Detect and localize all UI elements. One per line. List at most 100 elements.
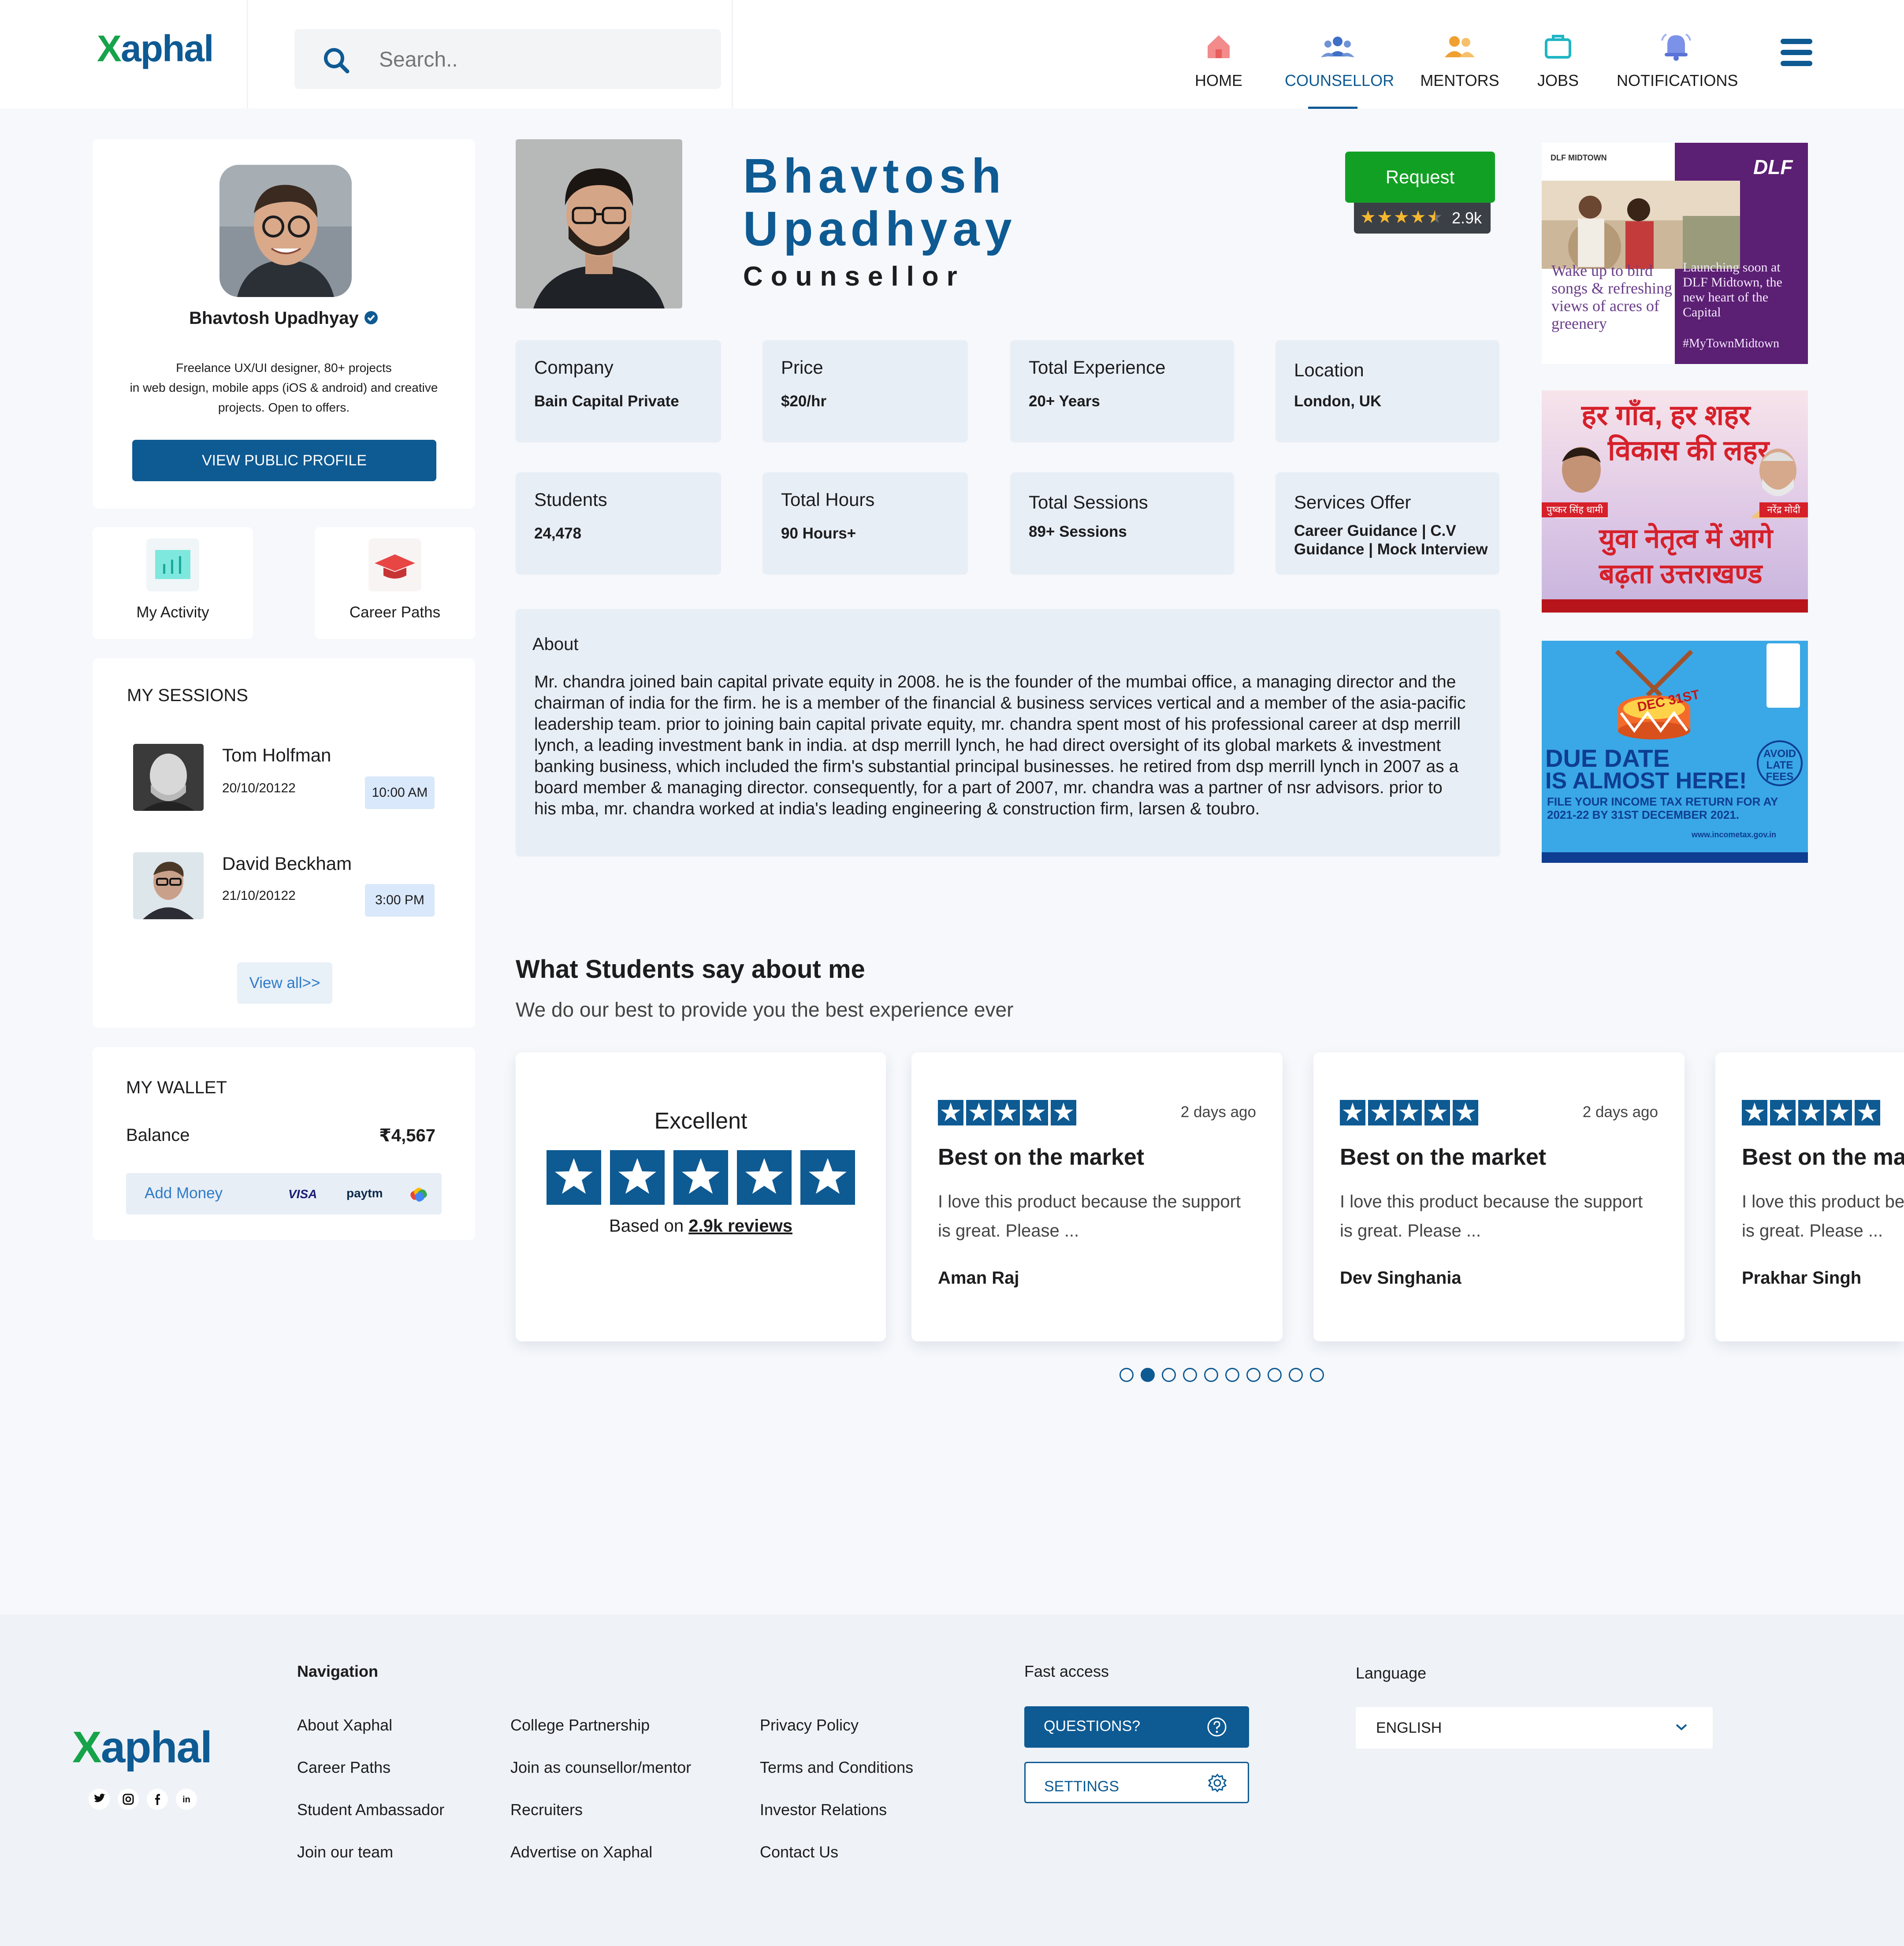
footer-link[interactable]: Terms and Conditions: [760, 1758, 913, 1777]
twitter-icon[interactable]: [88, 1788, 110, 1810]
pagination-dot[interactable]: [1119, 1368, 1134, 1382]
my-sessions-title: MY SESSIONS: [127, 686, 248, 705]
career-paths-label: Career Paths: [349, 604, 441, 621]
pagination-dot[interactable]: [1162, 1368, 1176, 1382]
ad-tax-emblem: [1766, 643, 1800, 708]
pagination-dot[interactable]: [1310, 1368, 1324, 1382]
linkedin-icon[interactable]: in: [175, 1788, 197, 1810]
footer-logo[interactable]: Xaphal: [72, 1722, 212, 1773]
search-icon: [324, 48, 350, 74]
ad-tax-headline2: IS ALMOST HERE!: [1545, 768, 1747, 794]
search-box[interactable]: [294, 29, 721, 89]
pagination-dot[interactable]: [1289, 1368, 1303, 1382]
half-star-icon: ★★: [1427, 208, 1444, 227]
pagination-dot[interactable]: [1204, 1368, 1218, 1382]
nav-mentors[interactable]: MENTORS: [1420, 31, 1499, 90]
reviews-title: What Students say about me: [516, 955, 865, 984]
rating-summary-label: Excellent: [654, 1108, 747, 1134]
facebook-icon[interactable]: [146, 1788, 168, 1810]
ad-income-tax[interactable]: DEC 31ST DUE DATE IS ALMOST HERE! AVOID …: [1542, 641, 1808, 863]
reviews-count-link[interactable]: 2.9k reviews: [688, 1216, 792, 1236]
pagination-dot[interactable]: [1246, 1368, 1261, 1382]
nav-counsellor[interactable]: COUNSELLOR: [1285, 31, 1394, 90]
review-text: I love this product because the supporti…: [938, 1192, 1241, 1240]
header-divider: [247, 0, 248, 108]
session-time-badge[interactable]: 3:00 PM: [365, 884, 435, 917]
pagination-dot-active[interactable]: [1141, 1368, 1155, 1382]
pagination-dot[interactable]: [1268, 1368, 1282, 1382]
language-select-value: ENGLISH: [1376, 1719, 1442, 1736]
review-time: 2 days ago: [1582, 1103, 1658, 1121]
about-title: About: [532, 635, 579, 654]
session-time-badge[interactable]: 10:00 AM: [365, 776, 435, 809]
review-title: Best on the market: [938, 1144, 1145, 1170]
profile-name: Bhavtosh Upadhyay: [189, 308, 359, 328]
ad-dlf-left-text: Wake up to bird songs & refreshing views…: [1551, 262, 1672, 332]
hamburger-menu-icon[interactable]: [1781, 39, 1812, 66]
xaphal-logo[interactable]: Xaphal: [97, 27, 214, 70]
settings-button[interactable]: SETTINGS: [1024, 1762, 1249, 1803]
nav-notifications[interactable]: NOTIFICATIONS: [1617, 31, 1738, 90]
footer-link[interactable]: Recruiters: [510, 1801, 583, 1819]
ad-dlf-brand: DLF: [1753, 156, 1793, 178]
language-title: Language: [1356, 1664, 1427, 1682]
footer-link[interactable]: Student Ambassador: [297, 1801, 444, 1819]
balance-value: ₹4,567: [379, 1126, 435, 1145]
profile-avatar: [219, 165, 352, 297]
footer-link[interactable]: Advertise on Xaphal: [510, 1843, 652, 1861]
footer-link[interactable]: Privacy Policy: [760, 1716, 859, 1734]
pagination-dot[interactable]: [1183, 1368, 1197, 1382]
review-stars: [1340, 1097, 1481, 1128]
ad-dlf-couple-photo: [1542, 181, 1740, 269]
my-activity-tile[interactable]: My Activity: [93, 527, 253, 639]
about-text: Mr. chandra joined bain capital private …: [534, 672, 1466, 818]
instagram-icon[interactable]: [117, 1788, 139, 1810]
nav-active-indicator: [1308, 107, 1357, 109]
info-company: Company Bain Capital Private: [516, 340, 721, 442]
ad-dlf-tag: #MyTownMidtown: [1683, 337, 1779, 350]
my-wallet-card: MY WALLET Balance ₹4,567 Add Money VISA …: [93, 1047, 475, 1240]
profile-bio: Freelance UX/UI designer, 80+ projects i…: [130, 361, 438, 414]
nav-home[interactable]: HOME: [1190, 31, 1247, 90]
session-date: 21/10/20122: [222, 888, 296, 903]
career-paths-tile[interactable]: Career Paths: [315, 527, 475, 639]
ad-uk-footer-strip: [1542, 599, 1808, 613]
request-button[interactable]: Request: [1345, 152, 1495, 203]
jobs-icon: [1545, 35, 1571, 59]
help-circle-icon: [1207, 1717, 1227, 1737]
profile-card: Bhavtosh Upadhyay Freelance UX/UI design…: [93, 139, 475, 509]
view-public-profile-button[interactable]: VIEW PUBLIC PROFILE: [132, 440, 436, 481]
pagination-dot[interactable]: [1225, 1368, 1239, 1382]
verified-badge-icon: [364, 311, 378, 324]
review-card: Best on the market I love this product b…: [1715, 1052, 1904, 1341]
info-total-experience: Total Experience 20+ Years: [1010, 340, 1234, 442]
gear-icon: [1208, 1773, 1227, 1793]
questions-button[interactable]: QUESTIONS?: [1024, 1706, 1249, 1748]
footer-link[interactable]: Join as counsellor/mentor: [510, 1758, 691, 1777]
footer-social-icons: in: [88, 1788, 203, 1810]
footer-link[interactable]: Career Paths: [297, 1758, 390, 1777]
session-name: David Beckham: [222, 853, 352, 874]
questions-button-label: QUESTIONS?: [1044, 1718, 1141, 1734]
ad-dlf-right-text: Launching soon at DLF Midtown, the new h…: [1683, 260, 1782, 319]
activity-chart-icon: [146, 538, 199, 591]
review-author: Dev Singhania: [1340, 1268, 1461, 1288]
footer-link[interactable]: About Xaphal: [297, 1716, 392, 1734]
search-input[interactable]: [378, 42, 688, 77]
add-money-bar[interactable]: Add Money VISA paytm: [126, 1173, 442, 1214]
footer-link[interactable]: Investor Relations: [760, 1801, 887, 1819]
ad-dlf-midtown[interactable]: DLF MIDTOWN DLF Wake up to bird songs & …: [1542, 143, 1808, 364]
info-total-hours: Total Hours 90 Hours+: [762, 472, 968, 575]
view-all-sessions-button[interactable]: View all>>: [237, 962, 332, 1004]
nav-jobs[interactable]: JOBS: [1534, 31, 1582, 90]
footer-link[interactable]: College Partnership: [510, 1716, 650, 1734]
info-services-offer: Services Offer Career Guidance | C.V Guid…: [1276, 472, 1499, 575]
ad-uttarakhand[interactable]: हर गाँव, हर शहर विकास की लहर पुष्कर सिंह…: [1542, 390, 1808, 613]
footer-navigation-title: Navigation: [297, 1662, 379, 1680]
footer-link[interactable]: Contact Us: [760, 1843, 838, 1861]
review-time: 2 days ago: [1180, 1103, 1256, 1121]
footer-link[interactable]: Join our team: [297, 1843, 393, 1861]
language-select[interactable]: ENGLISH: [1356, 1707, 1713, 1749]
rating-count: 2.9k: [1452, 209, 1482, 227]
review-stars: [1742, 1097, 1904, 1128]
